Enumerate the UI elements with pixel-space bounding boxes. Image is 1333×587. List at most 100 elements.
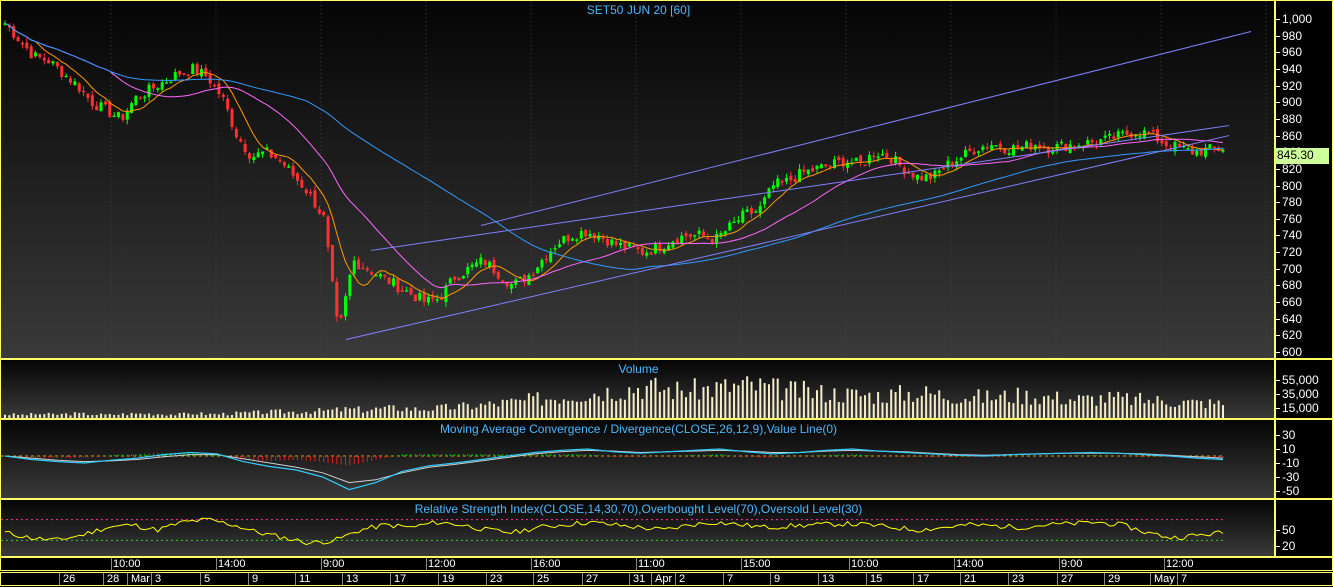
- volume-bar: [479, 403, 482, 418]
- volume-bar: [222, 412, 225, 418]
- time-tick-label: 12:00: [1166, 558, 1194, 570]
- volume-bar: [401, 411, 404, 418]
- volume-bar: [829, 400, 832, 418]
- macd-pane[interactable]: Moving Average Convergence / Divergence(…: [0, 419, 1275, 499]
- axis-tick-label: 700: [1282, 261, 1303, 276]
- candle-body: [819, 164, 823, 169]
- time-tick-separator: [954, 558, 955, 570]
- candle-body: [73, 81, 77, 86]
- volume-bar: [960, 402, 963, 418]
- trend-channel-mid: [370, 125, 1230, 251]
- axis-tick-mark: [1276, 477, 1280, 478]
- volume-bar: [449, 409, 452, 418]
- candle-body: [876, 156, 880, 159]
- volume-bar: [1082, 395, 1085, 418]
- candle-body: [1112, 136, 1116, 140]
- candle-body: [291, 165, 295, 176]
- candle-body: [1173, 141, 1177, 152]
- candle-body: [950, 162, 954, 166]
- volume-pane[interactable]: Volume: [0, 359, 1275, 419]
- candle-body: [610, 239, 614, 246]
- volume-bar: [680, 390, 683, 418]
- axis-tick-mark: [1276, 202, 1280, 204]
- candle-body: [715, 234, 719, 244]
- volume-bar: [890, 389, 893, 418]
- candle-body: [151, 83, 155, 89]
- date-tick-separator: [103, 573, 104, 585]
- volume-bar: [21, 414, 24, 418]
- rsi-pane[interactable]: Relative Strength Index(CLOSE,14,30,70),…: [0, 499, 1275, 557]
- date-tick-label: 23: [1012, 573, 1025, 585]
- candle-body: [16, 37, 20, 42]
- volume-bar: [593, 393, 596, 418]
- volume-bar: [209, 413, 212, 418]
- candle-body: [854, 157, 858, 161]
- candle-body: [671, 241, 675, 248]
- volume-bar: [584, 401, 587, 418]
- volume-bar: [1077, 395, 1080, 418]
- candle-body: [627, 243, 631, 247]
- volume-bar: [615, 400, 618, 418]
- volume-bar: [56, 414, 59, 418]
- candle-body: [771, 185, 775, 189]
- volume-bar: [82, 412, 85, 418]
- volume-bar: [1191, 399, 1194, 418]
- volume-bar: [296, 414, 299, 418]
- volume-bar: [811, 398, 814, 418]
- volume-bar: [973, 396, 976, 418]
- volume-bar: [558, 403, 561, 418]
- candle-body: [247, 153, 251, 159]
- price-chart[interactable]: [1, 1, 1275, 359]
- candle-body: [1186, 148, 1190, 150]
- date-tick-label: 17: [917, 573, 930, 585]
- volume-bar: [1156, 396, 1159, 418]
- volume-bar: [506, 400, 509, 418]
- trend-channel-upper: [480, 31, 1252, 226]
- volume-bar: [169, 414, 172, 418]
- axis-tick-mark: [1276, 185, 1280, 187]
- candle-body: [562, 235, 566, 243]
- volume-bar: [606, 387, 609, 418]
- candle-body: [348, 274, 352, 296]
- date-tick-label: 19: [442, 573, 455, 585]
- volume-bar: [4, 414, 6, 418]
- time-tick-separator: [531, 558, 532, 570]
- volume-bar: [1147, 399, 1150, 418]
- volume-bar: [73, 412, 76, 418]
- volume-bar: [200, 412, 203, 418]
- volume-bar: [990, 400, 993, 418]
- volume-bar: [1139, 392, 1142, 418]
- axis-tick-mark: [1276, 318, 1280, 320]
- axis-tick-mark: [1276, 218, 1280, 220]
- price-pane[interactable]: SET50 JUN 20 [60]: [0, 0, 1275, 359]
- volume-bar: [711, 396, 714, 418]
- volume-bar: [492, 403, 495, 418]
- volume-bar: [510, 398, 513, 418]
- date-tick-separator: [151, 573, 152, 585]
- candle-body: [741, 210, 745, 223]
- candle-body: [972, 151, 976, 155]
- volume-bar: [628, 387, 631, 418]
- volume-bar: [794, 381, 797, 418]
- volume-bar: [152, 415, 155, 418]
- volume-bar: [414, 407, 417, 418]
- date-tick-label: 9: [252, 573, 259, 585]
- volume-bar: [244, 411, 247, 418]
- volume-bar: [1195, 400, 1198, 418]
- date-tick-label: 3: [155, 573, 162, 585]
- candle-body: [981, 146, 985, 151]
- volume-bar: [767, 384, 770, 418]
- volume-bar: [545, 399, 548, 418]
- candle-body: [221, 94, 225, 98]
- axis-tick-label: 940: [1282, 61, 1303, 76]
- volume-bar: [1117, 391, 1120, 418]
- candle-body: [335, 281, 339, 317]
- volume-bar: [807, 387, 810, 418]
- volume-bar: [946, 400, 949, 418]
- volume-bar: [86, 415, 89, 418]
- volume-bar: [475, 407, 478, 418]
- volume-bar: [405, 407, 408, 418]
- volume-bar: [462, 402, 465, 418]
- candle-body: [426, 296, 430, 303]
- volume-bar: [728, 391, 731, 418]
